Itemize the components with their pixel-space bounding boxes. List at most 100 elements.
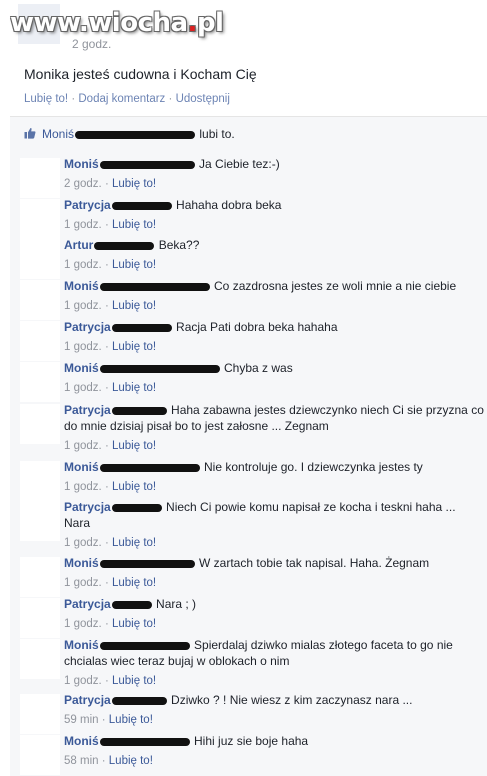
commenter-avatar[interactable] xyxy=(20,321,60,361)
comment-list: Moniś Ja Ciebie tez:-) 2 godz. · Lubię to… xyxy=(10,150,487,776)
commenter-avatar[interactable] xyxy=(20,362,60,402)
comment-meta: 1 godz. · Lubię to! xyxy=(64,339,484,355)
redaction-mark xyxy=(111,323,172,332)
comment-like-link[interactable]: Lubię to! xyxy=(109,755,153,767)
comment-item: Moniś Co zazdrosna jestes ze woli mnie a… xyxy=(64,278,484,314)
redaction-mark xyxy=(99,160,195,169)
comment-timestamp[interactable]: 1 godz. xyxy=(64,382,102,394)
comment-like-link[interactable]: Lubię to! xyxy=(112,300,156,312)
comment-timestamp[interactable]: 1 godz. xyxy=(64,341,102,353)
comment-item: Moniś Nie kontroluje go. I dziewczynka j… xyxy=(64,459,484,495)
comment-author[interactable]: Artur xyxy=(64,238,93,252)
redaction-mark xyxy=(99,641,190,650)
comment-like-link[interactable]: Lubię to! xyxy=(112,341,156,353)
comment-timestamp[interactable]: 1 godz. xyxy=(64,219,102,231)
comment-like-link[interactable]: Lubię to! xyxy=(112,675,156,687)
comment-timestamp[interactable]: 59 min xyxy=(64,714,99,726)
redaction-mark xyxy=(99,364,220,373)
comment-author[interactable]: Moniś xyxy=(64,638,99,652)
comment-item: Patrycja Hahaha dobra beka 1 godz. · Lubi… xyxy=(64,197,484,233)
comment-text: Ja Ciebie tez:-) xyxy=(199,157,280,171)
redaction-mark xyxy=(111,406,167,415)
commenter-avatar[interactable] xyxy=(20,598,60,638)
commenter-avatar[interactable] xyxy=(20,735,60,775)
comment-body: Patrycja Niech Ci powie komu napisał ze … xyxy=(64,499,484,531)
comment-text: W zartach tobie tak napisal. Haha. Żegna… xyxy=(199,556,430,570)
meta-separator: · xyxy=(104,259,109,271)
comment-like-link[interactable]: Lubię to! xyxy=(112,382,156,394)
comment-body: Artur Beka?? xyxy=(64,237,484,253)
comment-meta: 1 godz. · Lubię to! xyxy=(64,673,484,689)
commenter-avatar[interactable] xyxy=(20,639,60,679)
commenter-avatar[interactable] xyxy=(20,557,60,597)
comment-timestamp[interactable]: 1 godz. xyxy=(64,618,102,630)
comment-author[interactable]: Patrycja xyxy=(64,597,111,611)
commenter-avatar[interactable] xyxy=(20,694,60,734)
comment-timestamp[interactable]: 1 godz. xyxy=(64,300,102,312)
comment-text: Dziwko ? ! Nie wiesz z kim zaczynasz nar… xyxy=(171,693,413,707)
meta-separator: · xyxy=(104,537,109,549)
comment-like-link[interactable]: Lubię to! xyxy=(112,537,156,549)
comment-meta: 1 godz. · Lubię to! xyxy=(64,298,484,314)
site-watermark: www.wiocha.pl xyxy=(10,8,224,38)
commenter-avatar[interactable] xyxy=(20,501,60,541)
comment-item: Patrycja Niech Ci powie komu napisał ze … xyxy=(64,499,484,551)
comment-item: Patrycja Haha zabawna jestes dziewczynko… xyxy=(64,402,484,454)
redaction-mark xyxy=(75,130,196,139)
comment-item: Moniś Chyba z was 1 godz. · Lubię to! xyxy=(64,360,484,396)
commenter-avatar[interactable] xyxy=(20,158,60,198)
comment-text: Co zazdrosna jestes ze woli mnie a nie c… xyxy=(214,279,457,293)
meta-separator: · xyxy=(104,618,109,630)
comment-timestamp[interactable]: 1 godz. xyxy=(64,481,102,493)
comment-author[interactable]: Moniś xyxy=(64,361,99,375)
comment-like-link[interactable]: Lubię to! xyxy=(112,481,156,493)
comment-body: Moniś Ja Ciebie tez:-) xyxy=(64,156,484,172)
comment-timestamp[interactable]: 1 godz. xyxy=(64,577,102,589)
commenter-avatar[interactable] xyxy=(20,239,60,279)
liker-name[interactable]: Moniś xyxy=(42,127,74,141)
commenter-avatar[interactable] xyxy=(20,461,60,501)
meta-separator: · xyxy=(104,178,109,190)
comment-author[interactable]: Moniś xyxy=(64,460,99,474)
redaction-mark xyxy=(99,559,195,568)
comment-body: Patrycja Dziwko ? ! Nie wiesz z kim zacz… xyxy=(64,692,484,708)
commenter-avatar[interactable] xyxy=(20,280,60,320)
comment-author[interactable]: Moniś xyxy=(64,734,99,748)
comment-author[interactable]: Patrycja xyxy=(64,403,111,417)
comment-author[interactable]: Patrycja xyxy=(64,693,111,707)
comment-timestamp[interactable]: 1 godz. xyxy=(64,675,102,687)
comment-timestamp[interactable]: 58 min xyxy=(64,755,99,767)
comment-item: Patrycja Nara ; ) 1 godz. · Lubię to! xyxy=(64,596,484,632)
comment-author[interactable]: Patrycja xyxy=(64,500,111,514)
comment-like-link[interactable]: Lubię to! xyxy=(112,219,156,231)
comment-timestamp[interactable]: 1 godz. xyxy=(64,259,102,271)
post-timestamp[interactable]: 2 godz. xyxy=(72,37,111,51)
comment-item: Patrycja Racja Pati dobra beka hahaha 1 g… xyxy=(64,319,484,355)
add-comment-link[interactable]: Dodaj komentarz xyxy=(78,93,165,105)
comment-author[interactable]: Moniś xyxy=(64,279,99,293)
comment-timestamp[interactable]: 1 godz. xyxy=(64,537,102,549)
comment-like-link[interactable]: Lubię to! xyxy=(109,714,153,726)
share-link[interactable]: Udostępnij xyxy=(176,93,230,105)
comment-like-link[interactable]: Lubię to! xyxy=(112,440,156,452)
commenter-avatar[interactable] xyxy=(20,404,60,444)
comment-body: Patrycja Racja Pati dobra beka hahaha xyxy=(64,319,484,335)
comment-body: Moniś Hihi juz sie boje haha xyxy=(64,733,484,749)
meta-separator: · xyxy=(104,675,109,687)
comment-like-link[interactable]: Lubię to! xyxy=(112,577,156,589)
likes-bar: Moniś lubi to. xyxy=(10,116,487,151)
comment-text: Hahaha dobra beka xyxy=(176,198,282,212)
comment-like-link[interactable]: Lubię to! xyxy=(112,178,156,190)
comment-timestamp[interactable]: 2 godz. xyxy=(64,178,102,190)
comment-timestamp[interactable]: 1 godz. xyxy=(64,440,102,452)
comment-item: Artur Beka?? 1 godz. · Lubię to! xyxy=(64,237,484,273)
comment-like-link[interactable]: Lubię to! xyxy=(112,618,156,630)
comment-author[interactable]: Patrycja xyxy=(64,198,111,212)
comment-like-link[interactable]: Lubię to! xyxy=(112,259,156,271)
commenter-avatar[interactable] xyxy=(20,199,60,239)
comment-author[interactable]: Moniś xyxy=(64,157,99,171)
comment-meta: 58 min · Lubię to! xyxy=(64,753,484,769)
like-post-link[interactable]: Lubię to! xyxy=(24,93,68,105)
comment-author[interactable]: Moniś xyxy=(64,556,99,570)
comment-author[interactable]: Patrycja xyxy=(64,320,111,334)
